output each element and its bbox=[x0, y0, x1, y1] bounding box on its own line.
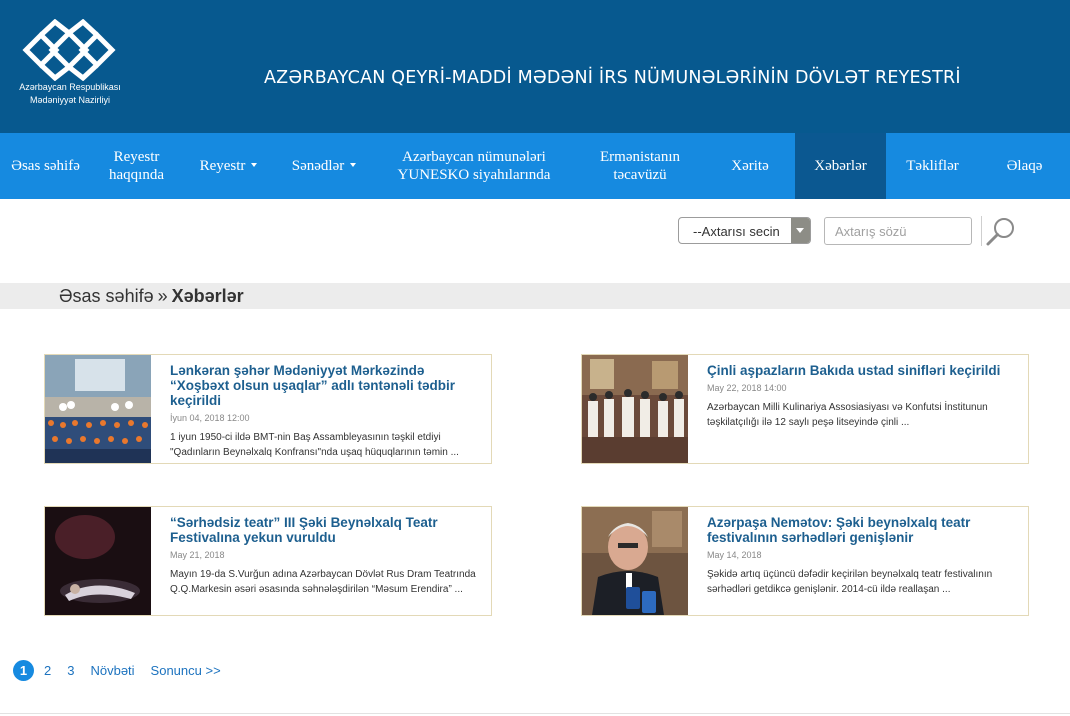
last-page-link[interactable]: Sonuncu >> bbox=[151, 663, 221, 678]
site-title: AZƏRBAYCAN QEYRİ-MADDİ MƏDƏNİ İRS NÜMUNƏ… bbox=[264, 68, 961, 88]
news-card: “Sərhədsiz teatr” III Şəki Beynəlxalq Te… bbox=[44, 506, 492, 616]
nav-item-registry[interactable]: Reyestr bbox=[182, 133, 275, 199]
nav-item-home[interactable]: Əsas səhifə bbox=[0, 133, 91, 199]
nav-item-label: Təkliflər bbox=[906, 158, 959, 174]
news-card: Azərpaşa Nemətov: Şəki beynəlxalq teatr … bbox=[581, 506, 1029, 616]
breadcrumb-current: Xəbərlər bbox=[171, 286, 244, 306]
news-excerpt: Azərbaycan Milli Kulinariya Assosiasiyas… bbox=[707, 402, 988, 428]
news-title-link[interactable]: Çinli aşpazların Bakıda ustad sinifləri … bbox=[707, 363, 1020, 378]
nav-item-map[interactable]: Xəritə bbox=[705, 133, 795, 199]
nav-item-news[interactable]: Xəbərlər bbox=[795, 133, 886, 199]
news-excerpt: Mayın 19-da S.Vurğun adına Azərbaycan Dö… bbox=[170, 569, 476, 595]
page-link-2[interactable]: 2 bbox=[44, 663, 51, 678]
news-excerpt: 1 iyun 1950-ci ildə BMT-nin Baş Assamble… bbox=[170, 432, 459, 458]
news-thumbnail[interactable] bbox=[45, 355, 151, 463]
ministry-logo-icon[interactable] bbox=[22, 19, 116, 81]
news-card-body: Azərpaşa Nemətov: Şəki beynəlxalq teatr … bbox=[707, 515, 1020, 597]
breadcrumb-separator: » bbox=[157, 286, 168, 306]
news-date: İyun 04, 2018 12:00 bbox=[170, 413, 250, 423]
nav-item-label: Reyestr bbox=[113, 149, 160, 165]
page-link-1[interactable]: 1 bbox=[13, 659, 34, 681]
nav-item-proposals[interactable]: Təkliflər bbox=[886, 133, 979, 199]
caret-down-icon bbox=[350, 163, 357, 167]
search-category-select[interactable]: --Axtarısı secin bbox=[678, 217, 811, 244]
news-date: May 21, 2018 bbox=[170, 550, 225, 560]
news-date: May 14, 2018 bbox=[707, 550, 762, 560]
site-header: Azərbaycan Respublikası Mədəniyyət Nazir… bbox=[0, 0, 1070, 133]
nav-item-label: Xəritə bbox=[731, 158, 769, 174]
breadcrumb-home-link[interactable]: Əsas səhifə bbox=[59, 286, 154, 306]
caret-down-icon bbox=[251, 163, 258, 167]
page-link-3[interactable]: 3 bbox=[67, 663, 74, 678]
nav-item-label-line2: haqqında bbox=[109, 167, 164, 183]
news-card: Lənkəran şəhər Mədəniyyət Mərkəzində “Xo… bbox=[44, 354, 492, 464]
nav-item-label: Ermənistanın bbox=[600, 149, 680, 165]
main-nav: Əsas səhifə Reyestr haqqında Reyestr Sənə… bbox=[0, 133, 1070, 199]
nav-item-contact[interactable]: Əlaqə bbox=[979, 133, 1070, 199]
nav-item-label: Xəbərlər bbox=[814, 158, 867, 174]
search-divider bbox=[981, 216, 982, 246]
nav-item-label-line2: YUNESKO siyahılarında bbox=[397, 167, 551, 183]
news-date: May 22, 2018 14:00 bbox=[707, 383, 787, 393]
nav-item-label: Azərbaycan nümunələri bbox=[402, 149, 546, 165]
search-input[interactable] bbox=[824, 217, 972, 245]
ministry-name: Azərbaycan Respublikası Mədəniyyət Nazir… bbox=[0, 81, 140, 107]
search-icon[interactable] bbox=[985, 215, 1017, 247]
nav-item-label: Reyestr bbox=[199, 158, 246, 174]
chevron-down-icon[interactable] bbox=[791, 218, 810, 243]
news-title-link[interactable]: Lənkəran şəhər Mədəniyyət Mərkəzində “Xo… bbox=[170, 363, 483, 408]
news-title-link[interactable]: Azərpaşa Nemətov: Şəki beynəlxalq teatr … bbox=[707, 515, 1020, 545]
nav-item-label: Əsas səhifə bbox=[11, 158, 80, 174]
news-title-link[interactable]: “Sərhədsiz teatr” III Şəki Beynəlxalq Te… bbox=[170, 515, 483, 545]
nav-item-armenia-aggression[interactable]: Ermənistanın təcavüzü bbox=[575, 133, 705, 199]
footer-divider bbox=[0, 713, 1070, 714]
news-card: Çinli aşpazların Bakıda ustad sinifləri … bbox=[581, 354, 1029, 464]
nav-item-label: Əlaqə bbox=[1006, 158, 1043, 174]
nav-item-label: Sənədlər bbox=[291, 158, 345, 174]
news-thumbnail[interactable] bbox=[582, 355, 688, 463]
news-thumbnail[interactable] bbox=[582, 507, 688, 615]
ministry-name-line1: Azərbaycan Respublikası bbox=[19, 82, 121, 92]
next-page-link[interactable]: Növbəti bbox=[90, 663, 134, 678]
news-card-body: “Sərhədsiz teatr” III Şəki Beynəlxalq Te… bbox=[170, 515, 483, 597]
pagination: 1 2 3 Növbəti Sonuncu >> bbox=[13, 659, 221, 681]
nav-item-about-registry[interactable]: Reyestr haqqında bbox=[91, 133, 182, 199]
news-excerpt: Şəkidə artıq üçüncü dəfədir keçirilən be… bbox=[707, 569, 993, 595]
nav-item-label-line2: təcavüzü bbox=[613, 167, 667, 183]
ministry-name-line2: Mədəniyyət Nazirliyi bbox=[29, 95, 111, 105]
news-thumbnail[interactable] bbox=[45, 507, 151, 615]
nav-item-unesco[interactable]: Azərbaycan nümunələri YUNESKO siyahıların… bbox=[373, 133, 575, 199]
news-card-body: Lənkəran şəhər Mədəniyyət Mərkəzində “Xo… bbox=[170, 363, 483, 460]
news-card-body: Çinli aşpazların Bakıda ustad sinifləri … bbox=[707, 363, 1020, 430]
breadcrumb: Əsas səhifə» Xəbərlər bbox=[0, 283, 1070, 309]
search-category-value: --Axtarısı secin bbox=[693, 224, 780, 239]
nav-item-documents[interactable]: Sənədlər bbox=[275, 133, 373, 199]
